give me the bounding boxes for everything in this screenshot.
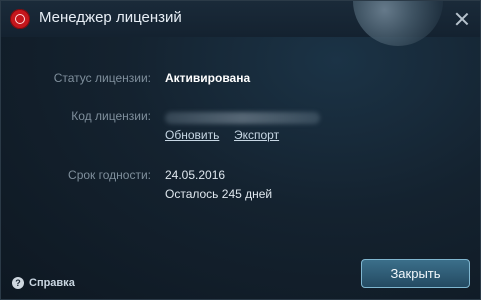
- planet-decoration: [353, 1, 443, 46]
- license-code-value: [165, 112, 320, 124]
- window-title: Менеджер лицензий: [39, 9, 182, 26]
- license-status-label: Статус лицензии:: [53, 71, 151, 85]
- days-left: Осталось 245 дней: [165, 187, 273, 201]
- expiry-label: Срок годности:: [68, 168, 151, 182]
- update-link[interactable]: Обновить: [165, 128, 219, 142]
- license-code-label: Код лицензии:: [71, 109, 151, 123]
- close-icon[interactable]: [453, 10, 471, 28]
- license-manager-window: Менеджер лицензий Статус лицензии: Актив…: [0, 0, 481, 300]
- close-button[interactable]: Закрыть: [361, 259, 470, 288]
- title-bar: Менеджер лицензий: [1, 1, 480, 46]
- export-link[interactable]: Экспорт: [234, 128, 279, 142]
- help-icon: ?: [12, 277, 24, 289]
- help-link[interactable]: ? Справка: [12, 277, 75, 289]
- help-label: Справка: [29, 277, 75, 289]
- expiry-date: 24.05.2016: [165, 168, 226, 182]
- app-icon: [10, 9, 30, 29]
- license-status-value: Активирована: [165, 71, 251, 85]
